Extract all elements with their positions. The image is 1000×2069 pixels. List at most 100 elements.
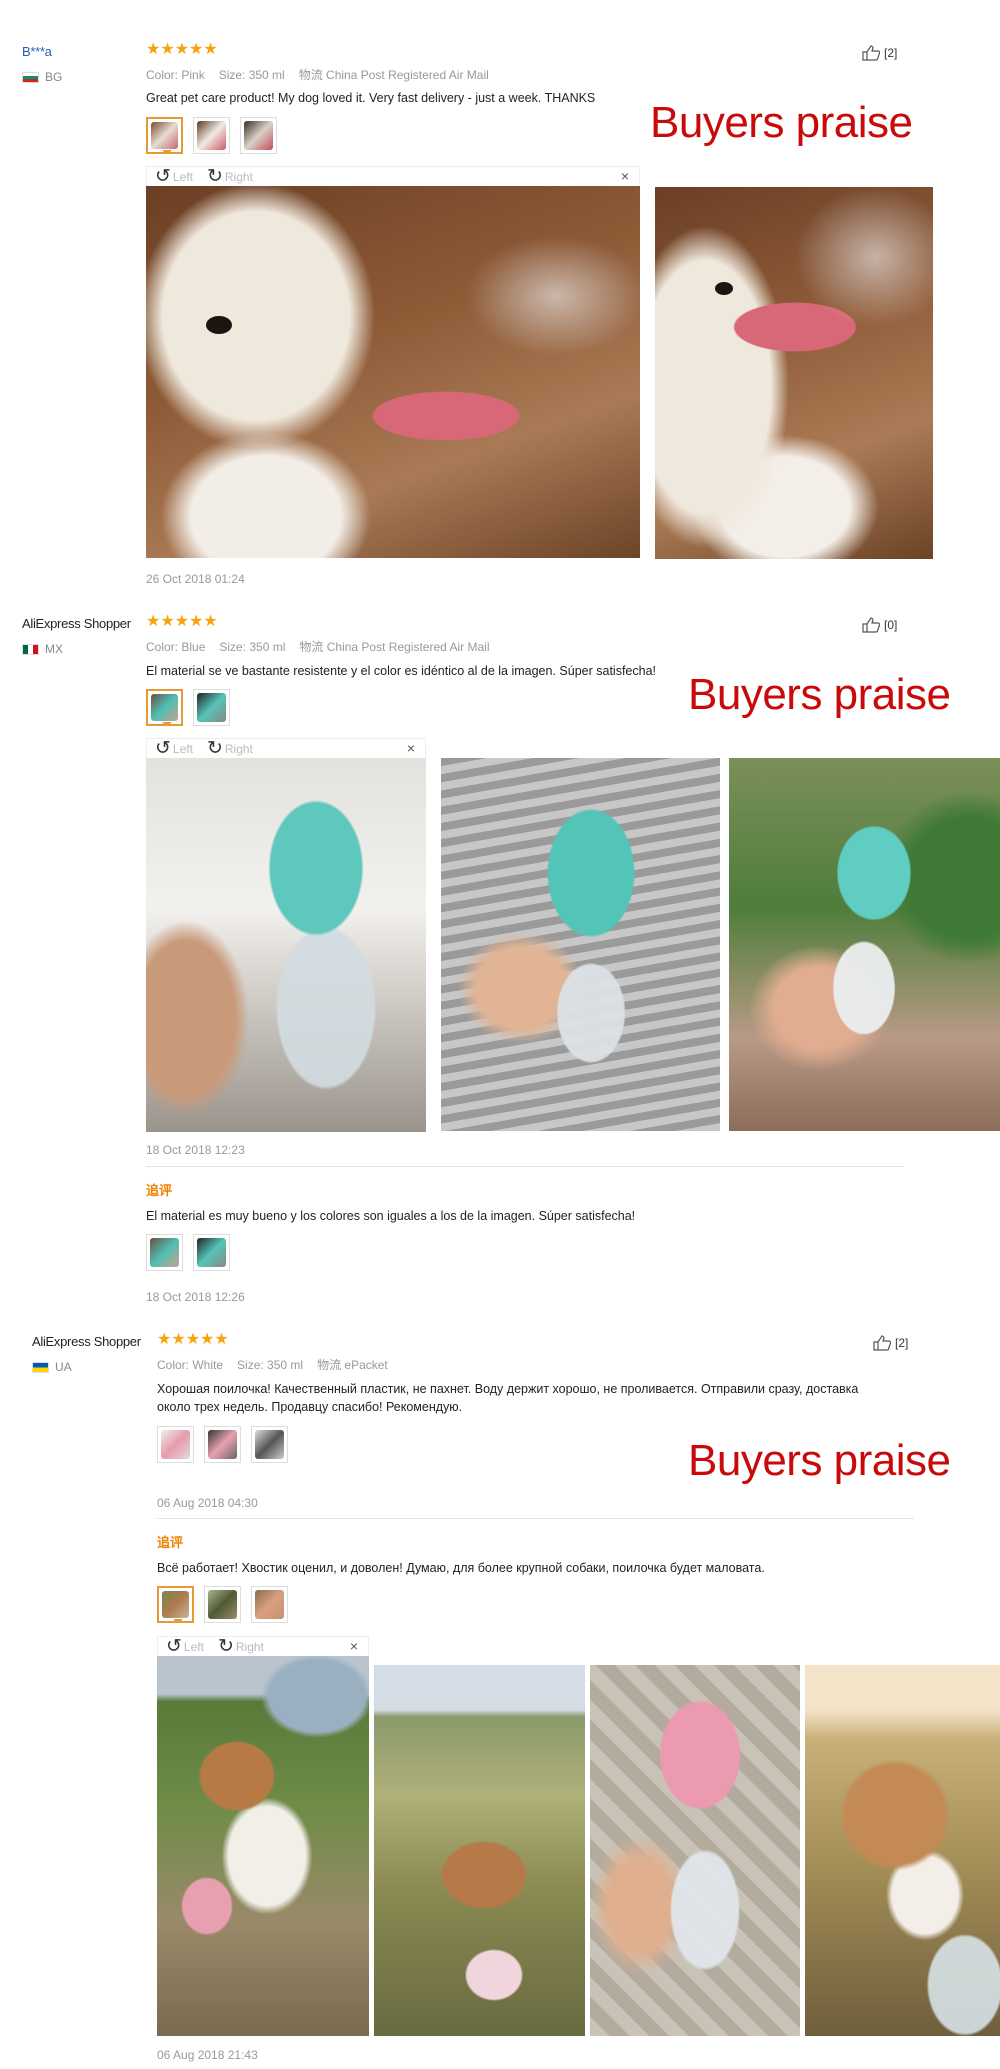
thumbnail[interactable] bbox=[193, 689, 230, 726]
rotate-right-icon: ↻ bbox=[206, 738, 223, 759]
photo-dog-eye bbox=[715, 282, 733, 295]
additional-review-label: 追评 bbox=[157, 1535, 184, 1550]
additional-review-date: 18 Oct 2018 12:26 bbox=[146, 1290, 245, 1304]
review-photo-large[interactable] bbox=[146, 758, 426, 1132]
star-rating: ★★★★★ bbox=[146, 613, 218, 630]
thumbs-up-icon bbox=[862, 45, 880, 61]
order-shipping: 物流 ePacket bbox=[317, 1358, 388, 1372]
close-icon[interactable]: × bbox=[621, 168, 629, 184]
review-photo[interactable] bbox=[374, 1665, 585, 2036]
thumbnail[interactable] bbox=[157, 1426, 194, 1463]
order-shipping: 物流 China Post Registered Air Mail bbox=[298, 68, 489, 82]
flag-ua-icon bbox=[32, 1361, 49, 1373]
rotate-right-button[interactable]: ↻ Right bbox=[207, 167, 253, 186]
country-code: MX bbox=[45, 642, 63, 656]
flag-bg-icon bbox=[22, 71, 39, 83]
rotate-left-button[interactable]: ↺ Left bbox=[155, 167, 193, 186]
thumbnail[interactable] bbox=[240, 117, 277, 154]
thumbnail[interactable] bbox=[251, 1426, 288, 1463]
review-date: 06 Aug 2018 04:30 bbox=[157, 1496, 258, 1510]
rotate-right-label: Right bbox=[224, 741, 253, 756]
additional-review-text: Всё работает! Хвостик оценил, и доволен!… bbox=[157, 1561, 765, 1575]
rotate-left-label: Left bbox=[183, 1639, 204, 1654]
thumbnail[interactable] bbox=[193, 117, 230, 154]
order-size: Size: 350 ml bbox=[218, 68, 285, 82]
buyers-praise-banner: Buyers praise bbox=[688, 670, 951, 719]
rotate-left-icon: ↺ bbox=[155, 738, 171, 759]
reviewer-name[interactable]: AliExpress Shopper bbox=[32, 1334, 141, 1349]
thumbnail[interactable] bbox=[146, 117, 183, 154]
review-text: El material se ve bastante resistente y … bbox=[146, 664, 656, 678]
reviewer-country: BG bbox=[22, 70, 62, 84]
order-info: Color: White Size: 350 ml 物流 ePacket bbox=[157, 1356, 402, 1373]
rotate-left-button[interactable]: ↺ Left bbox=[155, 739, 193, 758]
review-date: 26 Oct 2018 01:24 bbox=[146, 572, 245, 586]
review-thumbnails bbox=[146, 117, 277, 154]
order-info: Color: Pink Size: 350 ml 物流 China Post Reg… bbox=[146, 66, 503, 83]
review-date: 18 Oct 2018 12:23 bbox=[146, 1143, 245, 1157]
reviewer-country: UA bbox=[32, 1360, 72, 1374]
additional-review-label: 追评 bbox=[146, 1183, 173, 1198]
rotate-right-button[interactable]: ↻ Right bbox=[207, 739, 253, 758]
rotate-left-icon: ↺ bbox=[166, 1636, 182, 1657]
rotate-right-icon: ↻ bbox=[217, 1636, 234, 1657]
rotate-right-button[interactable]: ↻ Right bbox=[218, 1637, 264, 1656]
rotate-left-label: Left bbox=[172, 169, 193, 184]
review-photo-large[interactable] bbox=[157, 1656, 369, 2036]
buyers-praise-banner: Buyers praise bbox=[650, 98, 913, 147]
helpful-count: [2] bbox=[884, 46, 898, 60]
thumbnail[interactable] bbox=[146, 689, 183, 726]
review-photo[interactable] bbox=[729, 758, 1000, 1131]
order-color: Color: White bbox=[157, 1358, 224, 1372]
helpful-button[interactable]: [2] bbox=[862, 45, 897, 61]
rotate-left-button[interactable]: ↺ Left bbox=[166, 1637, 204, 1656]
review-text: Хорошая поилочка! Качественный пластик, … bbox=[157, 1380, 937, 1416]
order-size: Size: 350 ml bbox=[237, 1358, 304, 1372]
thumbnail[interactable] bbox=[204, 1426, 241, 1463]
image-viewer-toolbar: ↺ Left ↻ Right × bbox=[146, 166, 640, 186]
order-shipping: 物流 China Post Registered Air Mail bbox=[299, 640, 490, 654]
additional-thumbnails bbox=[157, 1586, 288, 1623]
thumbnail[interactable] bbox=[251, 1586, 288, 1623]
order-size: Size: 350 ml bbox=[219, 640, 286, 654]
review-photo[interactable] bbox=[590, 1665, 800, 2036]
thumbs-up-icon bbox=[873, 1335, 891, 1351]
order-color: Color: Pink bbox=[146, 68, 205, 82]
buyers-praise-banner: Buyers praise bbox=[688, 1436, 951, 1485]
thumbnail[interactable] bbox=[204, 1586, 241, 1623]
reviewer-name[interactable]: AliExpress Shopper bbox=[22, 616, 131, 631]
review-photo[interactable] bbox=[441, 758, 720, 1131]
flag-mx-icon bbox=[22, 643, 39, 655]
helpful-button[interactable]: [0] bbox=[862, 617, 897, 633]
review-1: B***a BG ★★★★★ [2] Color: Pink Size: 350 … bbox=[0, 0, 1000, 586]
thumbnail[interactable] bbox=[157, 1586, 194, 1623]
country-code: UA bbox=[55, 1360, 72, 1374]
divider bbox=[157, 1518, 914, 1519]
image-viewer-toolbar: ↺ Left ↻ Right × bbox=[146, 738, 426, 758]
rotate-right-label: Right bbox=[224, 169, 253, 184]
country-code: BG bbox=[45, 70, 63, 84]
review-photo-large[interactable] bbox=[146, 186, 640, 558]
star-rating: ★★★★★ bbox=[146, 41, 218, 58]
order-info: Color: Blue Size: 350 ml 物流 China Post Reg… bbox=[146, 638, 503, 655]
thumbnail[interactable] bbox=[193, 1234, 230, 1271]
image-viewer-toolbar: ↺ Left ↻ Right × bbox=[157, 1636, 369, 1656]
additional-review-date: 06 Aug 2018 21:43 bbox=[157, 2048, 258, 2062]
additional-thumbnails bbox=[146, 1234, 230, 1271]
thumbnail[interactable] bbox=[146, 1234, 183, 1271]
order-color: Color: Blue bbox=[146, 640, 206, 654]
rotate-right-label: Right bbox=[235, 1639, 264, 1654]
rotate-right-icon: ↻ bbox=[206, 166, 223, 187]
close-icon[interactable]: × bbox=[350, 1638, 358, 1654]
review-text-line: около трех недель. Продавцу спасибо! Рек… bbox=[157, 1400, 463, 1414]
photo-dog-eye bbox=[206, 316, 232, 334]
review-photo[interactable] bbox=[655, 187, 933, 559]
divider bbox=[146, 1166, 904, 1167]
reviewer-name[interactable]: B***a bbox=[22, 44, 52, 59]
close-icon[interactable]: × bbox=[407, 740, 415, 756]
helpful-count: [0] bbox=[884, 618, 898, 632]
helpful-button[interactable]: [2] bbox=[873, 1335, 908, 1351]
review-photo[interactable] bbox=[805, 1665, 1000, 2036]
review-text: Great pet care product! My dog loved it.… bbox=[146, 91, 596, 105]
rotate-left-icon: ↺ bbox=[155, 166, 171, 187]
